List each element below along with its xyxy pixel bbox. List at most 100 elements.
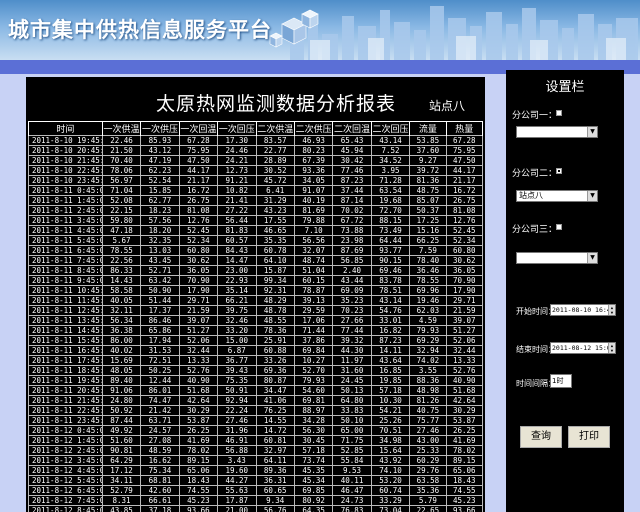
value-cell: 45.94 xyxy=(332,145,372,156)
value-cell: 21.17 xyxy=(445,175,484,186)
value-cell: 52.08 xyxy=(101,195,142,206)
value-cell: 52.34 xyxy=(178,235,219,246)
value-cell: 68.81 xyxy=(140,475,180,486)
company1-select[interactable]: ▼ xyxy=(516,126,598,138)
value-cell: 78.87 xyxy=(293,285,334,296)
table-row: 2011-8-12 4:45:00 17.12 75.34 65.06 19.60 89.… xyxy=(28,465,484,476)
value-cell: 86.46 xyxy=(140,315,180,326)
value-cell: 14.55 xyxy=(255,415,295,426)
interval-input[interactable]: 1时 xyxy=(550,374,572,388)
value-cell: 34.28 xyxy=(293,415,334,426)
value-cell: 29.71 xyxy=(178,295,219,306)
value-cell: 74.10 xyxy=(370,465,411,476)
time-cell: 2011-8-11 21:45:00 xyxy=(28,395,103,406)
chevron-down-icon[interactable]: ▼ xyxy=(587,127,597,137)
value-cell: 63.58 xyxy=(409,475,447,486)
value-cell: 89.15 xyxy=(178,455,219,466)
value-cell: 43.92 xyxy=(370,455,411,466)
value-cell: 54.60 xyxy=(293,385,334,396)
company1-checkbox[interactable] xyxy=(556,110,562,116)
value-cell: 89.15 xyxy=(445,455,484,466)
value-cell: 15.16 xyxy=(409,225,447,236)
value-cell: 48.55 xyxy=(255,315,295,326)
value-cell: 81.26 xyxy=(409,395,447,406)
time-cell: 2011-8-10 23:45:00 xyxy=(28,175,103,186)
value-cell: 84.43 xyxy=(217,245,257,256)
value-cell: 67.28 xyxy=(178,135,219,146)
value-cell: 17.30 xyxy=(217,135,257,146)
value-cell: 23.98 xyxy=(332,235,372,246)
value-cell: 7.10 xyxy=(293,225,334,236)
value-cell: 71.44 xyxy=(293,325,334,336)
company3-checkbox[interactable] xyxy=(556,224,562,230)
print-button[interactable]: 打印 xyxy=(568,426,610,448)
value-cell: 88.97 xyxy=(293,405,334,416)
end-time-input[interactable]: 2011-08-12 15:04:30 ▲▼ xyxy=(550,342,616,354)
value-cell: 19.68 xyxy=(370,195,411,206)
value-cell: 48.78 xyxy=(255,305,295,316)
company2-select[interactable]: 站点八 ▼ xyxy=(516,190,598,202)
value-cell: 48.29 xyxy=(255,295,295,306)
value-cell: 78.55 xyxy=(409,275,447,286)
value-cell: 87.69 xyxy=(332,245,372,256)
value-cell: 69.29 xyxy=(409,335,447,346)
spinner-icon[interactable]: ▲ ▼ xyxy=(608,343,615,353)
value-cell: 22.56 xyxy=(101,255,142,266)
time-cell: 2011-8-12 2:45:00 xyxy=(28,445,103,456)
value-cell: 56.30 xyxy=(293,425,334,436)
value-cell: 75.95 xyxy=(178,145,219,156)
table-row: 2011-8-11 10:45:0058.5850.9017.9035.1492… xyxy=(28,285,484,296)
value-cell: 41.69 xyxy=(445,435,484,446)
value-cell: 31.96 xyxy=(217,425,257,436)
company2-checkbox[interactable] xyxy=(556,168,562,174)
value-cell: 56.34 xyxy=(101,315,142,326)
value-cell: 56.88 xyxy=(217,445,257,456)
table-row: 2011-8-11 23:45:0087.4463.7153.8727.4614… xyxy=(28,415,484,426)
table-row: 2011-8-12 8:45:00 43.85 37.18 93.66 21.00 56.… xyxy=(28,505,484,512)
value-cell: 88.15 xyxy=(370,215,411,226)
value-cell: 54.21 xyxy=(370,405,411,416)
spinner-icon[interactable]: ▲ ▼ xyxy=(608,305,615,315)
value-cell: 60.78 xyxy=(255,245,295,256)
table-row: 2011-8-11 19:45:0089.4012.4440.9075.3580… xyxy=(28,375,484,386)
value-cell: 67.39 xyxy=(293,155,334,166)
value-cell: 24.45 xyxy=(332,375,372,386)
station-name: 站点八 xyxy=(429,99,466,113)
time-cell: 2011-8-11 2:45:00 xyxy=(28,205,103,216)
value-cell: 12.44 xyxy=(140,375,180,386)
company3-select[interactable]: ▼ xyxy=(516,252,598,264)
column-header: 时间 xyxy=(28,121,103,136)
value-cell: 51.27 xyxy=(445,325,484,336)
value-cell: 93.66 xyxy=(445,505,484,512)
value-cell: 18.20 xyxy=(140,225,180,236)
value-cell: 87.44 xyxy=(101,415,142,426)
chevron-down-icon[interactable]: ▼ xyxy=(587,253,597,263)
company1-label: 分公司一： xyxy=(512,111,558,121)
value-cell: 33.26 xyxy=(255,355,295,366)
start-time-input[interactable]: 2011-08-10 16:45:00 ▲▼ xyxy=(550,304,616,316)
value-cell: 24.80 xyxy=(101,395,142,406)
table-row: 2011-8-11 20:45:0091.0686.0151.6850.9134… xyxy=(28,385,484,396)
value-cell: 47.19 xyxy=(140,155,180,166)
value-cell: 59.80 xyxy=(101,215,142,226)
value-cell: 37.86 xyxy=(293,335,334,346)
query-button[interactable]: 查询 xyxy=(520,426,562,448)
value-cell: 71.04 xyxy=(101,185,142,196)
chevron-down-icon[interactable]: ▼ xyxy=(587,191,597,201)
value-cell: 56.97 xyxy=(101,175,142,186)
value-cell: 45.23 xyxy=(178,495,219,506)
value-cell: 25.33 xyxy=(409,445,447,456)
value-cell: 51.68 xyxy=(445,385,484,396)
settings-title: 设置栏 xyxy=(545,80,585,95)
value-cell: 12.73 xyxy=(217,165,257,176)
value-cell: 17.94 xyxy=(140,335,180,346)
value-cell: 14.72 xyxy=(255,425,295,436)
table-row: 2011-8-11 13:45:0056.3486.4639.0732.4648… xyxy=(28,315,484,326)
value-cell: 34.47 xyxy=(255,385,295,396)
value-cell: 21.59 xyxy=(445,305,484,316)
table-row: 2011-8-12 2:45:00 90.81 48.59 78.02 56.88 32.… xyxy=(28,445,484,456)
time-cell: 2011-8-11 8:45:00 xyxy=(28,265,103,276)
value-cell: 92.31 xyxy=(255,285,295,296)
value-cell: 62.23 xyxy=(140,165,180,176)
value-cell: 87.14 xyxy=(332,195,372,206)
